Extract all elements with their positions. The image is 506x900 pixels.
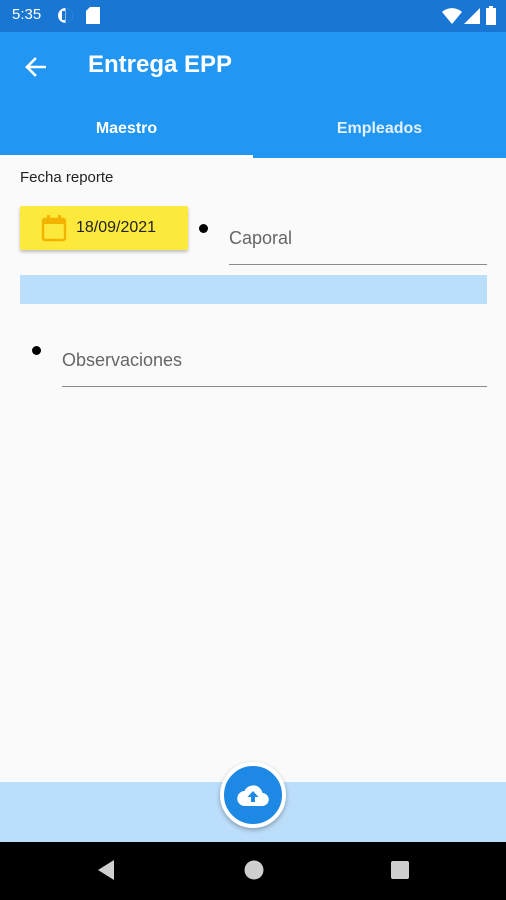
home-circle-icon[interactable] (243, 859, 265, 881)
date-value: 18/09/2021 (76, 219, 157, 236)
tab-empleados-label: Empleados (336, 120, 423, 137)
battery-icon (486, 6, 496, 25)
app-bar: Entrega EPP (0, 32, 506, 100)
signal-icon (464, 8, 480, 24)
fecha-reporte-label: Fecha reporte (20, 169, 114, 186)
back-triangle-icon[interactable] (96, 859, 116, 881)
navigation-bar (0, 842, 506, 900)
calendar-icon (41, 215, 67, 242)
arrow-back-icon (25, 57, 46, 77)
upload-fab-button[interactable] (220, 762, 286, 828)
required-bullet (199, 224, 208, 233)
tab-bar: Maestro Empleados (0, 100, 506, 158)
tab-maestro[interactable]: Maestro (0, 100, 253, 158)
caporal-field[interactable] (229, 212, 487, 265)
wifi-icon (442, 8, 462, 24)
info-strip (20, 275, 487, 304)
recents-square-icon[interactable] (390, 859, 410, 881)
date-picker-button[interactable]: 18/09/2021 (20, 206, 188, 250)
page-title: Entrega EPP (88, 51, 233, 78)
observaciones-field[interactable] (62, 334, 487, 387)
tab-empleados[interactable]: Empleados (253, 100, 506, 158)
status-bar: 5:35 (0, 0, 506, 32)
tab-indicator (0, 155, 253, 158)
sd-card-icon (86, 7, 100, 24)
status-time: 5:35 (12, 6, 42, 23)
required-bullet (32, 346, 41, 355)
cloud-upload-icon (237, 785, 269, 807)
tab-maestro-label: Maestro (95, 120, 158, 137)
back-button[interactable] (18, 50, 52, 84)
do-not-disturb-icon (58, 8, 73, 23)
